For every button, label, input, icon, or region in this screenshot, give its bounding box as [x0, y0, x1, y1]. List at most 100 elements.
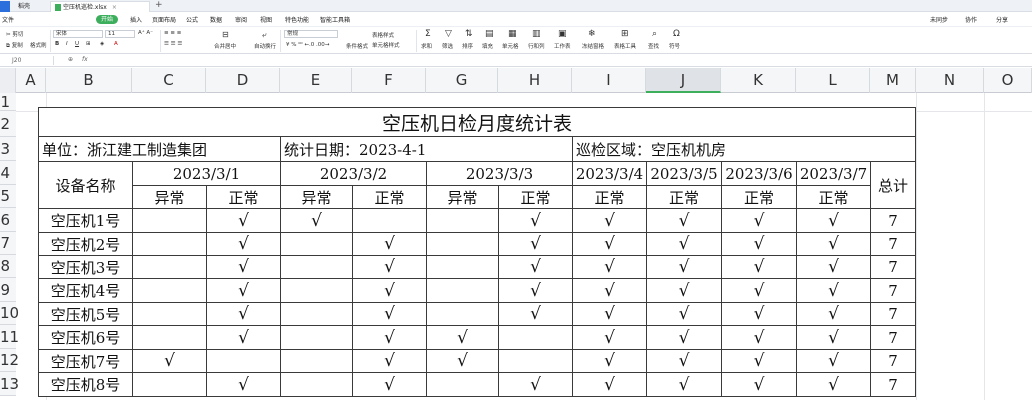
check-cell[interactable]: √ — [646, 255, 722, 279]
check-cell[interactable]: √ — [352, 372, 427, 397]
row-header-11[interactable]: 11 — [0, 325, 19, 349]
check-cell[interactable]: √ — [498, 372, 573, 397]
check-cell[interactable]: √ — [796, 232, 871, 256]
device-name-cell[interactable]: 空压机5号 — [38, 302, 133, 326]
device-name-cell[interactable]: 空压机8号 — [38, 372, 133, 397]
check-cell[interactable] — [280, 278, 353, 303]
check-cell[interactable] — [132, 232, 207, 256]
date-header[interactable]: 2023/3/1 — [132, 161, 281, 186]
check-cell[interactable]: √ — [721, 349, 797, 373]
check-cell[interactable]: √ — [352, 255, 427, 279]
column-header-i[interactable]: I — [572, 68, 646, 93]
total-cell[interactable]: 7 — [870, 325, 916, 350]
device-name-cell[interactable]: 空压机6号 — [38, 325, 133, 350]
worksheet-button[interactable]: 工作表 — [554, 42, 571, 50]
check-cell[interactable]: √ — [721, 302, 797, 326]
row-header-9[interactable]: 9 — [0, 278, 16, 302]
normal-header[interactable]: 正常 — [352, 185, 427, 209]
device-name-cell[interactable]: 空压机3号 — [38, 255, 133, 279]
fx-icon[interactable]: fx — [82, 56, 88, 63]
check-cell[interactable]: √ — [206, 278, 281, 303]
check-cell[interactable]: √ — [646, 325, 722, 350]
filter-button[interactable]: 筛选 — [442, 42, 453, 50]
check-cell[interactable]: √ — [646, 208, 722, 233]
italic-button[interactable]: I — [66, 41, 68, 47]
check-cell[interactable] — [132, 302, 207, 326]
check-cell[interactable]: √ — [796, 349, 871, 373]
row-header-10[interactable]: 10 — [0, 302, 19, 325]
font-grow-icon[interactable]: A⁺ A⁻ — [138, 30, 153, 36]
check-cell[interactable] — [132, 255, 207, 279]
check-cell[interactable] — [132, 208, 207, 233]
check-cell[interactable]: √ — [352, 302, 427, 326]
check-cell[interactable]: √ — [572, 325, 647, 350]
check-cell[interactable]: √ — [796, 208, 871, 233]
row-header-3[interactable]: 3 — [0, 137, 16, 161]
check-cell[interactable]: √ — [721, 372, 797, 397]
menu-data[interactable]: 数据 — [210, 15, 222, 24]
column-header-f[interactable]: F — [352, 68, 426, 93]
date-header[interactable]: 2023/3/4 — [572, 161, 647, 186]
total-cell[interactable]: 7 — [870, 255, 916, 279]
menu-special[interactable]: 特色功能 — [285, 15, 309, 24]
find-button[interactable]: 查找 — [648, 42, 659, 50]
check-cell[interactable]: √ — [572, 232, 647, 256]
copy-button[interactable]: ⧉ 复制 — [6, 41, 23, 50]
check-cell[interactable] — [426, 255, 499, 279]
total-cell[interactable]: 7 — [870, 232, 916, 256]
check-cell[interactable] — [426, 208, 499, 233]
number-format-select[interactable]: 常规 — [284, 30, 338, 38]
total-cell[interactable]: 7 — [870, 302, 916, 326]
menu-formula[interactable]: 公式 — [186, 15, 198, 24]
row-header-13[interactable]: 13 — [0, 372, 19, 396]
column-header-k[interactable]: K — [721, 68, 796, 93]
sort-button[interactable]: 排序 — [462, 42, 473, 50]
check-cell[interactable]: √ — [796, 278, 871, 303]
table-tools-button[interactable]: 表格工具 — [614, 42, 636, 50]
check-cell[interactable] — [426, 372, 499, 397]
check-cell[interactable]: √ — [206, 372, 281, 397]
device-name-cell[interactable]: 空压机1号 — [38, 208, 133, 233]
check-cell[interactable]: √ — [498, 232, 573, 256]
fill-color-icon[interactable]: ◈ — [100, 41, 104, 47]
check-cell[interactable]: √ — [498, 278, 573, 303]
total-cell[interactable]: 7 — [870, 208, 916, 233]
check-cell[interactable]: √ — [206, 302, 281, 326]
sync-status[interactable]: 未同步 — [930, 15, 948, 24]
abnormal-header[interactable]: 异常 — [426, 185, 499, 209]
device-name-header[interactable]: 设备名称 — [38, 161, 133, 209]
check-cell[interactable]: √ — [206, 208, 281, 233]
row-header-12[interactable]: 12 — [0, 349, 19, 372]
select-all-corner[interactable] — [0, 68, 16, 93]
check-cell[interactable] — [206, 349, 281, 373]
column-header-m[interactable]: M — [870, 68, 916, 93]
row-header-5[interactable]: 5 — [0, 185, 16, 208]
share-button[interactable]: 分享 — [996, 15, 1008, 24]
check-cell[interactable] — [132, 278, 207, 303]
menu-smart-tools[interactable]: 智能工具箱 — [320, 15, 350, 24]
device-name-cell[interactable]: 空压机7号 — [38, 349, 133, 373]
check-cell[interactable] — [280, 232, 353, 256]
check-cell[interactable] — [132, 325, 207, 350]
check-cell[interactable]: √ — [498, 302, 573, 326]
check-cell[interactable]: √ — [721, 255, 797, 279]
check-cell[interactable]: √ — [352, 232, 427, 256]
check-cell[interactable]: √ — [352, 325, 427, 350]
check-cell[interactable]: √ — [352, 278, 427, 303]
column-header-b[interactable]: B — [46, 68, 132, 93]
normal-header[interactable]: 正常 — [572, 185, 647, 209]
total-cell[interactable]: 7 — [870, 372, 916, 397]
merge-center-button[interactable]: 合并居中 — [214, 42, 236, 50]
check-cell[interactable]: √ — [796, 302, 871, 326]
sheet-title[interactable]: 空压机日检月度统计表 — [38, 107, 916, 137]
font-color-icon[interactable]: A — [114, 41, 118, 47]
cell-button[interactable]: 单元格 — [502, 42, 519, 50]
column-header-j[interactable]: J — [646, 68, 721, 93]
abnormal-header[interactable]: 异常 — [280, 185, 353, 209]
fill-button[interactable]: 填充 — [482, 42, 493, 50]
check-cell[interactable]: √ — [572, 255, 647, 279]
check-cell[interactable]: √ — [206, 325, 281, 350]
normal-header[interactable]: 正常 — [206, 185, 281, 209]
date-header[interactable]: 2023/3/7 — [796, 161, 871, 186]
menu-review[interactable]: 审阅 — [235, 15, 247, 24]
